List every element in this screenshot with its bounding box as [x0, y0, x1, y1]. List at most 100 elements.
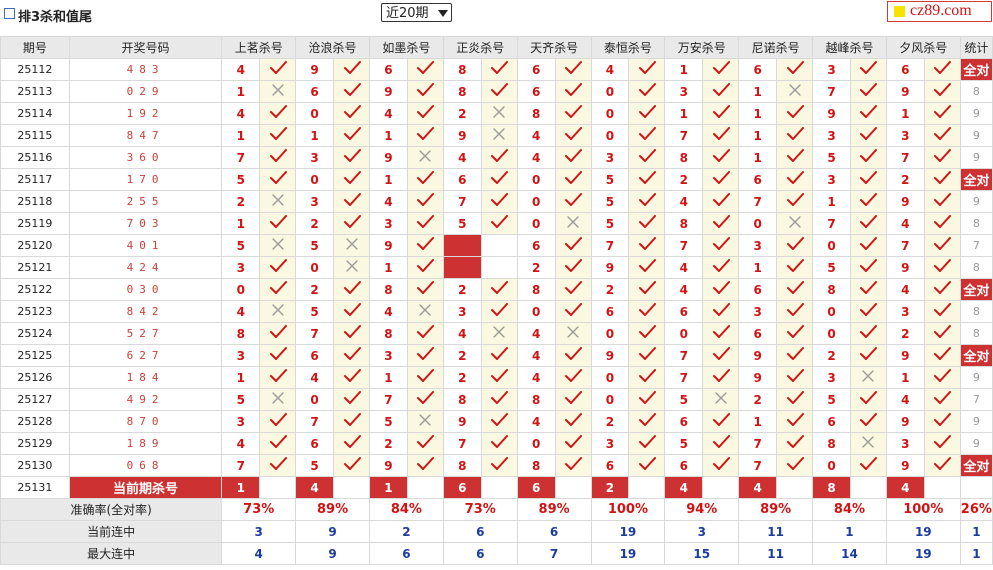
check-icon — [638, 369, 656, 386]
check-icon — [416, 61, 435, 78]
check-icon — [638, 149, 656, 166]
kill-number-cell: 0 — [516, 168, 556, 191]
site-logo[interactable]: cz89.com — [887, 1, 992, 22]
check-icon — [416, 193, 435, 210]
check-icon — [933, 237, 952, 254]
check-icon — [416, 325, 435, 342]
check-icon — [859, 149, 878, 166]
result-mark-cell — [554, 124, 592, 147]
result-mark-cell — [849, 58, 887, 81]
cross-icon — [345, 238, 359, 254]
summary-value: 2 — [368, 520, 444, 543]
kill-number-cell: 0 — [295, 388, 335, 411]
check-icon — [712, 369, 730, 386]
winning-number-cell: 870 — [68, 410, 223, 433]
check-icon — [564, 237, 583, 254]
result-mark-cell — [259, 432, 297, 455]
result-mark-cell — [480, 388, 518, 411]
result-mark-cell — [259, 278, 297, 301]
kill-number-cell: 3 — [368, 344, 408, 367]
check-icon — [343, 325, 361, 342]
kill-number-cell: 3 — [221, 344, 261, 367]
result-mark-cell — [333, 322, 370, 345]
result-mark-cell — [259, 124, 297, 147]
period-cell: 25122 — [0, 278, 70, 301]
check-icon — [933, 149, 952, 166]
kill-number-cell: 2 — [885, 322, 925, 345]
kill-number-cell: 1 — [664, 58, 704, 81]
kill-number-cell: 4 — [885, 278, 925, 301]
result-mark-cell — [628, 256, 666, 279]
result-mark-cell — [554, 454, 592, 477]
check-icon — [564, 391, 583, 408]
kill-number-cell: 7 — [442, 432, 482, 455]
result-mark-cell — [776, 432, 814, 455]
all-correct-badge: 全对 — [959, 278, 993, 301]
check-icon — [859, 215, 878, 232]
kill-number-cell: 3 — [885, 300, 925, 323]
kill-number-cell: 4 — [442, 146, 482, 169]
cross-icon — [271, 238, 285, 254]
stat-cell: 9 — [959, 366, 993, 389]
summary-value: 100% — [885, 498, 961, 521]
kill-number-cell: 2 — [295, 278, 335, 301]
kill-number-cell: 5 — [442, 212, 482, 235]
kill-number-cell: 1 — [368, 366, 408, 389]
cross-icon — [492, 106, 506, 122]
summary-label: 当前连中 — [0, 520, 223, 543]
check-icon — [564, 413, 583, 430]
empty-cell — [923, 476, 961, 499]
check-icon — [490, 369, 509, 386]
check-icon — [490, 83, 509, 100]
table-row: 25113 029 1 6 9 8 6 0 3 1 7 9 8 — [0, 80, 993, 103]
cross-icon — [345, 260, 359, 276]
check-icon — [638, 105, 656, 122]
table-row: 25123 842 4 5 4 3 0 6 6 3 0 3 8 — [0, 300, 993, 323]
result-mark-cell — [480, 168, 518, 191]
result-mark-cell — [776, 256, 814, 279]
kill-number-cell: 5 — [295, 234, 335, 257]
check-icon — [933, 325, 952, 342]
check-icon — [343, 413, 361, 430]
check-icon — [564, 435, 583, 452]
kill-number-cell: 2 — [442, 102, 482, 125]
result-mark-cell — [259, 300, 297, 323]
check-icon — [343, 281, 361, 298]
kill-number-cell: 7 — [368, 388, 408, 411]
kill-number-cell: 6 — [295, 80, 335, 103]
check-icon — [269, 215, 287, 232]
result-mark-cell — [628, 278, 666, 301]
kill-number-cell: 0 — [812, 300, 851, 323]
stat-cell: 9 — [959, 146, 993, 169]
result-mark-cell — [554, 256, 592, 279]
result-mark-cell — [776, 234, 814, 257]
missing-pick-cell — [442, 256, 482, 279]
summary-value: 6 — [516, 520, 592, 543]
check-icon — [933, 127, 952, 144]
kill-number-cell: 9 — [738, 366, 778, 389]
result-mark-cell — [923, 432, 961, 455]
kill-number-cell: 9 — [590, 256, 630, 279]
kill-number-cell: 6 — [442, 168, 482, 191]
col-header-winning: 开奖号码 — [68, 36, 223, 59]
current-kill-number: 1 — [221, 476, 261, 499]
period-range-select[interactable]: 近20期 — [381, 3, 452, 22]
cross-icon — [788, 216, 802, 232]
kill-number-cell: 8 — [368, 322, 408, 345]
check-icon — [343, 171, 361, 188]
result-mark-cell — [849, 234, 887, 257]
check-icon — [343, 303, 361, 320]
kill-number-cell: 5 — [590, 212, 630, 235]
stat-cell: 8 — [959, 300, 993, 323]
kill-number-cell: 4 — [516, 146, 556, 169]
result-mark-cell — [554, 388, 592, 411]
result-mark-cell — [628, 124, 666, 147]
check-icon — [638, 83, 656, 100]
cross-icon — [492, 326, 506, 342]
table-row: 25125 627 3 6 3 2 4 9 7 9 2 9 全对 — [0, 344, 993, 367]
check-icon — [859, 61, 878, 78]
check-icon — [269, 259, 287, 276]
result-mark-cell — [406, 344, 444, 367]
result-mark-cell — [628, 212, 666, 235]
check-icon — [343, 105, 361, 122]
